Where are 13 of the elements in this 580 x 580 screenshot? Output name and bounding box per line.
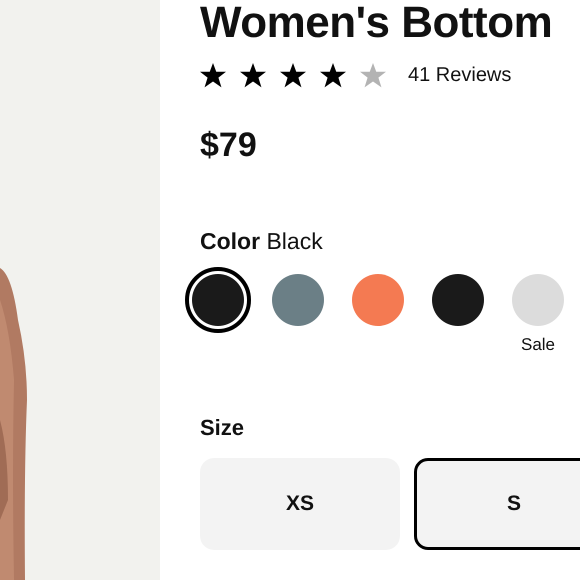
product-title: Women's Bottom [200, 0, 554, 46]
size-option[interactable]: S [414, 458, 580, 550]
swatch-note: Sale [520, 335, 556, 355]
size-label: Size [200, 415, 246, 441]
star-icon [240, 63, 266, 88]
star-icon [200, 63, 226, 88]
size-option[interactable]: XS [200, 458, 400, 550]
color-label: Color Black [200, 228, 324, 255]
star-icon [280, 63, 306, 88]
review-count[interactable]: 41 Reviews [408, 64, 512, 87]
star-icon [320, 63, 346, 88]
star-icon [360, 63, 386, 88]
price: $79 [200, 126, 257, 165]
